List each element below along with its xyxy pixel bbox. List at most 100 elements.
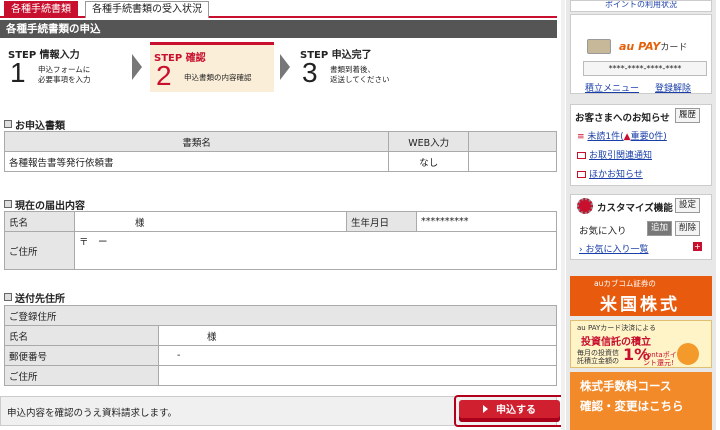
- au-pay-card-box: au PAYカード ****-****-****-**** 積立メニュー 登録解…: [570, 14, 712, 94]
- add-button[interactable]: 追加: [647, 221, 673, 236]
- list-icon: ≡: [577, 132, 588, 142]
- section-heading-send: 送付先住所: [4, 290, 65, 305]
- unread-link[interactable]: 未読1件(: [587, 132, 623, 142]
- plus-icon[interactable]: +: [693, 242, 702, 251]
- col-web-input: WEB入力: [388, 131, 470, 152]
- delete-button[interactable]: 削除: [675, 221, 701, 236]
- section-heading-documents: お申込書類: [4, 117, 65, 132]
- favorites-list-link[interactable]: › お気に入り一覧: [579, 242, 648, 255]
- step-3-desc-line1: 書類到着後、: [330, 65, 375, 74]
- banner2-tail: Pontaポイント還元!: [643, 351, 677, 367]
- notice-box: お客さまへのお知らせ 履歴 ≡ 未読1件(▲重要0件) お取引関連通知 ほかお知…: [570, 104, 712, 186]
- zip-value: -: [158, 345, 557, 366]
- mail-icon: [577, 152, 586, 159]
- tab-documents[interactable]: 各種手続書類: [4, 1, 78, 18]
- step-3-number: 3: [302, 57, 318, 88]
- documents-table: 書類名 WEB入力 各種報告書等発行依頼書 なし: [3, 131, 557, 172]
- favorites-list-label: お気に入り一覧: [585, 245, 649, 255]
- send-name-value: 様: [158, 325, 557, 346]
- step-3-desc: 書類到着後、 返送してください: [330, 65, 390, 85]
- document-name-cell: 各種報告書等発行依頼書: [3, 151, 390, 172]
- favorites-label: お気に入り: [579, 226, 627, 237]
- banner1-big: 米国株式: [600, 295, 680, 315]
- other-notice-row: ほかお知らせ: [577, 167, 643, 180]
- step-3-desc-line2: 返送してください: [330, 75, 390, 84]
- unread-notice-row: ≡ 未読1件(▲重要0件): [577, 129, 667, 142]
- customize-box: カスタマイズ機能 設定 お気に入り 追加 削除 › お気に入り一覧 +: [570, 194, 712, 260]
- step-1-number: 1: [10, 57, 26, 88]
- main-content: 各種手続書類 各種手続書類の受入状況 各種手続書類の申込 STEP 情報入力 1…: [0, 0, 557, 430]
- step-1-desc: 申込フォームに 必要事項を入力: [38, 65, 91, 85]
- send-address-value: [158, 365, 557, 386]
- ponta-mascot-icon: [677, 343, 699, 365]
- table-row: 氏名 様 生年月日 **********: [4, 211, 557, 232]
- send-name-label: 氏名: [4, 325, 159, 346]
- notice-heading: お客さまへのお知らせ: [575, 113, 670, 124]
- table-row: ご住所: [4, 365, 557, 386]
- submit-button[interactable]: 申込する: [459, 400, 560, 422]
- tab-bar: 各種手続書類 各種手続書類の受入状況: [0, 0, 557, 18]
- unregister-link[interactable]: 登録解除: [655, 81, 691, 94]
- registered-address-subhead: ご登録住所: [4, 305, 557, 326]
- col-document-name: 書類名: [3, 131, 390, 152]
- banner3-line1: 株式手数料コース: [580, 379, 672, 393]
- mail-icon: [577, 171, 586, 178]
- step-arrow-icon: [132, 54, 142, 80]
- birth-value: **********: [416, 211, 557, 232]
- name-label: 氏名: [4, 211, 75, 232]
- page-title: 各種手続書類の申込: [0, 20, 557, 38]
- credit-card-icon: [587, 39, 611, 54]
- banner2-text: 毎月の投資信託積立金額の: [577, 349, 619, 365]
- banner2-small: au PAYカード決済による: [577, 324, 657, 332]
- address-value: 〒 ー: [74, 231, 557, 270]
- send-address-table: ご登録住所 氏名 様 郵便番号 - ご住所: [4, 305, 557, 386]
- step-2: STEP 確認 2 申込書類の内容確認: [150, 42, 274, 92]
- banner3-line2: 確認・変更はこちら: [580, 399, 684, 413]
- investment-trust-banner[interactable]: au PAYカード決済による 投資信託の積立 毎月の投資信託積立金額の 1% P…: [570, 320, 712, 368]
- step-1-desc-line1: 申込フォームに: [38, 65, 91, 74]
- customize-heading: カスタマイズ機能: [597, 203, 673, 214]
- trade-notice-row: お取引関連通知: [577, 148, 652, 161]
- table-row: ご登録住所: [4, 305, 557, 326]
- gear-icon: [577, 198, 593, 214]
- step-1-desc-line2: 必要事項を入力: [38, 75, 91, 84]
- important-link[interactable]: 重要0件): [631, 132, 667, 142]
- play-icon: [483, 405, 488, 413]
- us-stock-banner[interactable]: auカブコム証券の 米国株式: [570, 276, 712, 316]
- warning-icon: ▲: [623, 132, 631, 142]
- history-button[interactable]: 履歴: [675, 108, 701, 123]
- sidebar: ポイントの利用状況 au PAYカード ****-****-****-**** …: [566, 0, 716, 430]
- section-heading-current: 現在の届出内容: [4, 197, 85, 212]
- card-number: ****-****-****-****: [583, 61, 707, 76]
- current-info-table: 氏名 様 生年月日 ********** ご住所 〒 ー: [4, 211, 557, 270]
- table-row: ご住所 〒 ー: [4, 231, 557, 270]
- settings-button[interactable]: 設定: [675, 198, 701, 213]
- step-2-number: 2: [156, 60, 172, 91]
- col-empty: [468, 131, 557, 152]
- address-label: ご住所: [4, 231, 75, 270]
- step-indicator: STEP 情報入力 1 申込フォームに 必要事項を入力 STEP 確認 2 申込書…: [4, 42, 557, 92]
- au-pay-brand: au PAY: [619, 40, 661, 53]
- submit-highlight: 申込する: [454, 395, 565, 427]
- savings-menu-link[interactable]: 積立メニュー: [585, 81, 639, 94]
- submit-label: 申込する: [496, 405, 536, 416]
- send-address-label: ご住所: [4, 365, 159, 386]
- tab-receipt-status[interactable]: 各種手続書類の受入状況: [85, 1, 209, 18]
- step-2-desc: 申込書類の内容確認: [184, 73, 252, 82]
- points-usage-link[interactable]: ポイントの利用状況: [570, 0, 712, 12]
- trade-notice-link[interactable]: お取引関連通知: [589, 151, 652, 161]
- step-1: STEP 情報入力 1 申込フォームに 必要事項を入力: [4, 42, 124, 92]
- birth-label: 生年月日: [346, 211, 417, 232]
- step-3: STEP 申込完了 3 書類到着後、 返送してください: [296, 42, 426, 92]
- web-input-cell: なし: [388, 151, 470, 172]
- table-row: 各種報告書等発行依頼書 なし: [3, 151, 557, 172]
- other-notice-link[interactable]: ほかお知らせ: [589, 170, 643, 180]
- empty-cell: [468, 151, 557, 172]
- confirm-text: 申込内容を確認のうえ資料請求します。: [7, 408, 178, 419]
- au-pay-logo: au PAYカード: [619, 40, 687, 53]
- banner1-small: auカブコム証券の: [594, 279, 656, 288]
- table-header-row: 書類名 WEB入力: [3, 131, 557, 152]
- commission-course-banner[interactable]: 株式手数料コース 確認・変更はこちら: [570, 372, 712, 430]
- zip-label: 郵便番号: [4, 345, 159, 366]
- scrollbar[interactable]: [561, 0, 565, 430]
